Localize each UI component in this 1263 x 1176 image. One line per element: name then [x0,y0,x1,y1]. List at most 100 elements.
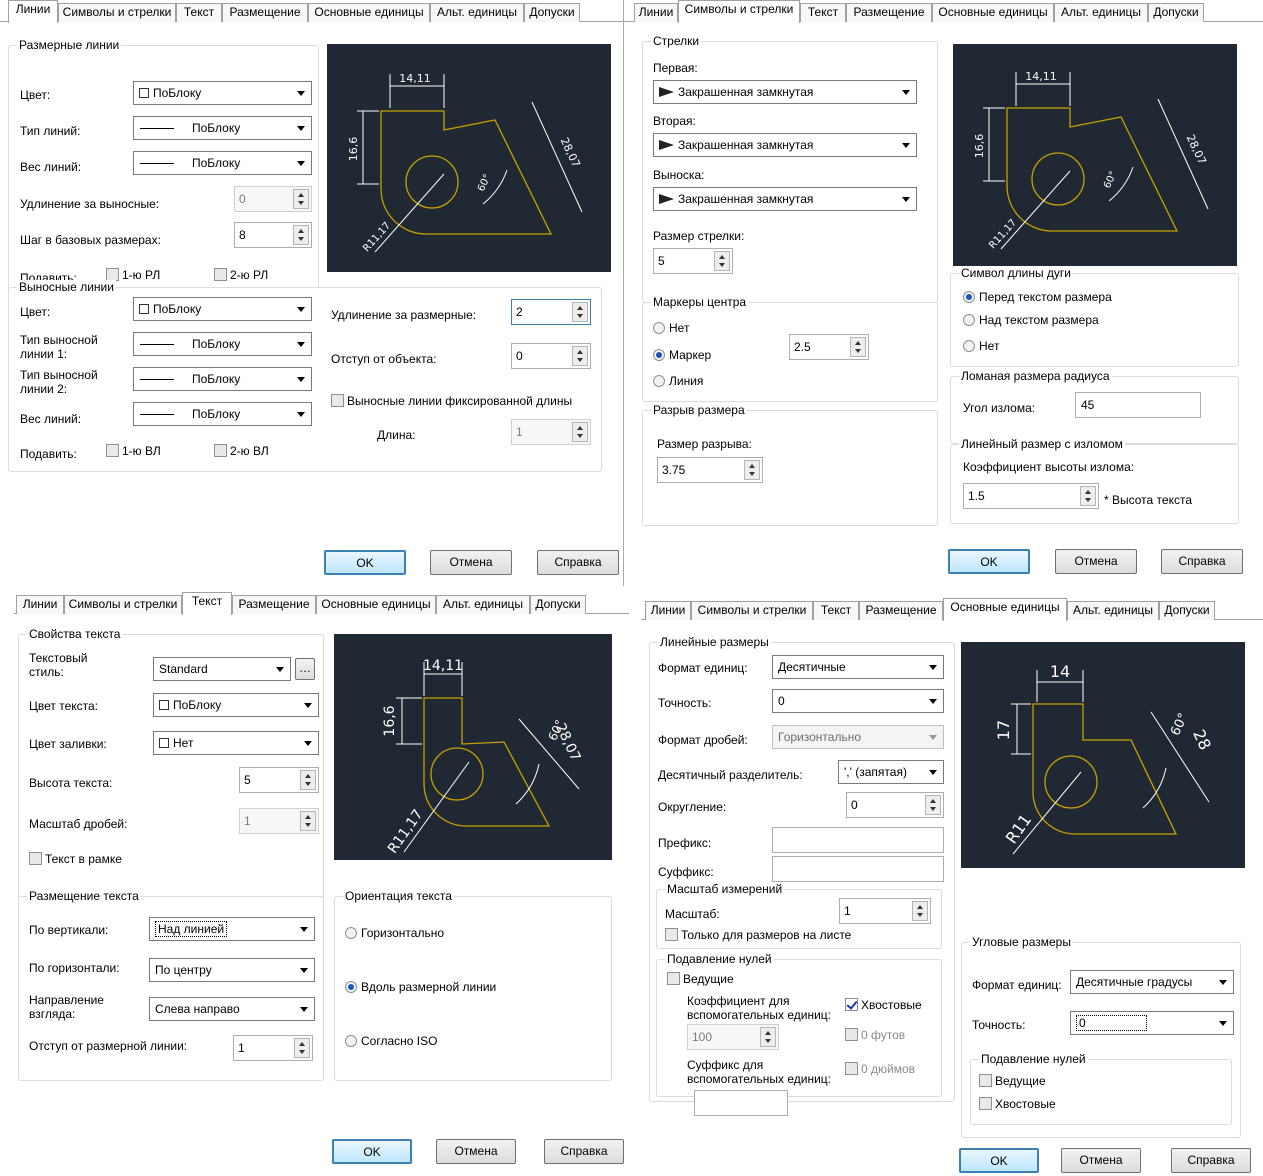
center-size-spinner[interactable]: 2.5 [789,334,869,360]
ext-color-select[interactable]: ПоБлоку [133,297,312,321]
vertical-select[interactable]: Над линией [149,917,315,941]
fraction-scale-spinner[interactable]: 1 [239,808,319,834]
tab-fit[interactable]: Размещение [859,601,943,620]
arc-none-radio[interactable]: Нет [963,339,999,353]
first-arrow-select[interactable]: Закрашенная замкнутая [653,80,917,104]
text-style-select[interactable]: Standard [153,657,291,681]
help-button[interactable]: Справка [1171,1148,1251,1173]
help-button[interactable]: Справка [544,1139,624,1164]
tab-lines[interactable]: Линии [8,0,58,23]
spin-buttons[interactable] [293,225,309,245]
spin-buttons[interactable] [744,460,760,480]
tab-symbols[interactable]: Символы и стрелки [691,601,813,620]
spin-buttons[interactable] [300,811,316,831]
orient-aligned-radio[interactable]: Вдоль размерной линии [345,980,496,994]
tab-alt-units[interactable]: Альт. единицы [1067,601,1159,620]
layout-only-checkbox[interactable]: Только для размеров на листе [665,928,851,942]
ok-button[interactable]: OK [332,1139,412,1164]
precision-select[interactable]: 0 [772,689,944,713]
angular-trailing-checkbox[interactable]: Хвостовые [979,1097,1056,1111]
spin-buttons[interactable] [1080,486,1096,506]
center-line-radio[interactable]: Линия [653,374,703,388]
orient-iso-radio[interactable]: Согласно ISO [345,1034,437,1048]
unit-format-select[interactable]: Десятичные [772,655,944,679]
suppress-ext-line-2-checkbox[interactable]: 2-ю ВЛ [214,444,269,458]
prefix-input[interactable] [772,827,944,853]
spin-buttons[interactable] [572,302,588,322]
dim-linetype-select[interactable]: ПоБлоку [133,116,312,140]
ok-button[interactable]: OK [324,550,406,575]
fixed-length-checkbox[interactable]: Выносные линии фиксированной длины [331,394,572,408]
spin-buttons[interactable] [300,770,316,790]
spin-buttons[interactable] [850,337,866,357]
arc-above-radio[interactable]: Над текстом размера [963,313,1099,327]
arc-before-radio[interactable]: Перед текстом размера [963,290,1112,304]
tab-primary-units[interactable]: Основные единицы [316,595,436,614]
text-frame-checkbox[interactable]: Текст в рамке [29,852,122,866]
sub-units-suffix-input[interactable] [694,1090,788,1116]
second-arrow-select[interactable]: Закрашенная замкнутая [653,133,917,157]
tab-fit[interactable]: Размещение [232,595,316,614]
text-height-spinner[interactable]: 5 [239,767,319,793]
tab-tolerances[interactable]: Допуски [1148,3,1204,22]
round-off-spinner[interactable]: 0 [846,792,944,818]
ext-lineweight-select[interactable]: ПоБлоку [133,402,312,426]
dim-color-select[interactable]: ПоБлоку [133,81,312,105]
fraction-format-select[interactable]: Горизонтально [772,725,944,749]
spin-buttons[interactable] [572,422,588,442]
angular-leading-checkbox[interactable]: Ведущие [979,1074,1046,1088]
horizontal-select[interactable]: По центру [149,958,315,982]
tab-symbols[interactable]: Символы и стрелки [678,0,800,23]
break-size-spinner[interactable]: 3.75 [657,457,763,483]
ext-linetype2-select[interactable]: ПоБлоку [133,367,312,391]
angular-format-select[interactable]: Десятичные градусы [1070,970,1234,994]
tab-tolerances[interactable]: Допуски [524,3,580,22]
tab-text[interactable]: Текст [813,601,859,620]
decimal-separator-select[interactable]: ',' (запятая) [838,760,944,784]
offset-from-dim-spinner[interactable]: 1 [233,1035,313,1061]
tab-lines[interactable]: Линии [16,595,64,614]
baseline-spacing-spinner[interactable]: 8 [234,222,312,248]
spin-buttons[interactable] [572,346,588,366]
tab-lines[interactable]: Линии [634,3,678,22]
suffix-input[interactable] [772,856,944,882]
ok-button[interactable]: OK [948,549,1030,574]
tab-symbols[interactable]: Символы и стрелки [64,595,182,614]
tab-tolerances[interactable]: Допуски [530,595,586,614]
extend-beyond-dim-spinner[interactable]: 2 [511,299,591,325]
spin-buttons[interactable] [714,251,730,271]
tab-symbols[interactable]: Символы и стрелки [58,3,176,22]
spin-buttons[interactable] [912,901,928,921]
jog-height-spinner[interactable]: 1.5 [963,483,1099,509]
help-button[interactable]: Справка [1161,549,1243,574]
spin-buttons[interactable] [925,795,941,815]
text-color-select[interactable]: ПоБлоку [153,693,319,717]
tab-text[interactable]: Текст [182,592,232,615]
tab-alt-units[interactable]: Альт. единицы [430,3,524,22]
tab-text[interactable]: Текст [176,3,222,22]
ext-linetype1-select[interactable]: ПоБлоку [133,332,312,356]
scale-factor-spinner[interactable]: 1 [839,898,931,924]
tab-alt-units[interactable]: Альт. единицы [1054,3,1148,22]
ok-button[interactable]: OK [959,1148,1039,1173]
tab-alt-units[interactable]: Альт. единицы [436,595,530,614]
tab-fit[interactable]: Размещение [846,3,932,22]
tab-primary-units[interactable]: Основные единицы [932,3,1054,22]
arrow-size-spinner[interactable]: 5 [653,248,733,274]
sub-units-factor-spinner[interactable]: 100 [687,1024,779,1050]
orient-horizontal-radio[interactable]: Горизонтально [345,926,444,940]
tab-text[interactable]: Текст [800,3,846,22]
text-style-browse-button[interactable]: … [295,658,315,680]
zero-feet-checkbox[interactable]: 0 футов [845,1028,905,1042]
tab-tolerances[interactable]: Допуски [1159,601,1215,620]
zero-inches-checkbox[interactable]: 0 дюймов [845,1062,915,1076]
length-spinner[interactable]: 1 [511,419,591,445]
fill-color-select[interactable]: Нет [153,731,319,755]
tab-primary-units[interactable]: Основные единицы [308,3,430,22]
extend-beyond-ticks-spinner[interactable]: 0 [234,186,312,212]
trailing-zeros-checkbox[interactable]: Хвостовые [845,998,922,1012]
center-mark-radio[interactable]: Маркер [653,348,711,362]
dim-lineweight-select[interactable]: ПоБлоку [133,151,312,175]
center-none-radio[interactable]: Нет [653,321,689,335]
jog-angle-input[interactable]: 45 [1075,392,1201,418]
